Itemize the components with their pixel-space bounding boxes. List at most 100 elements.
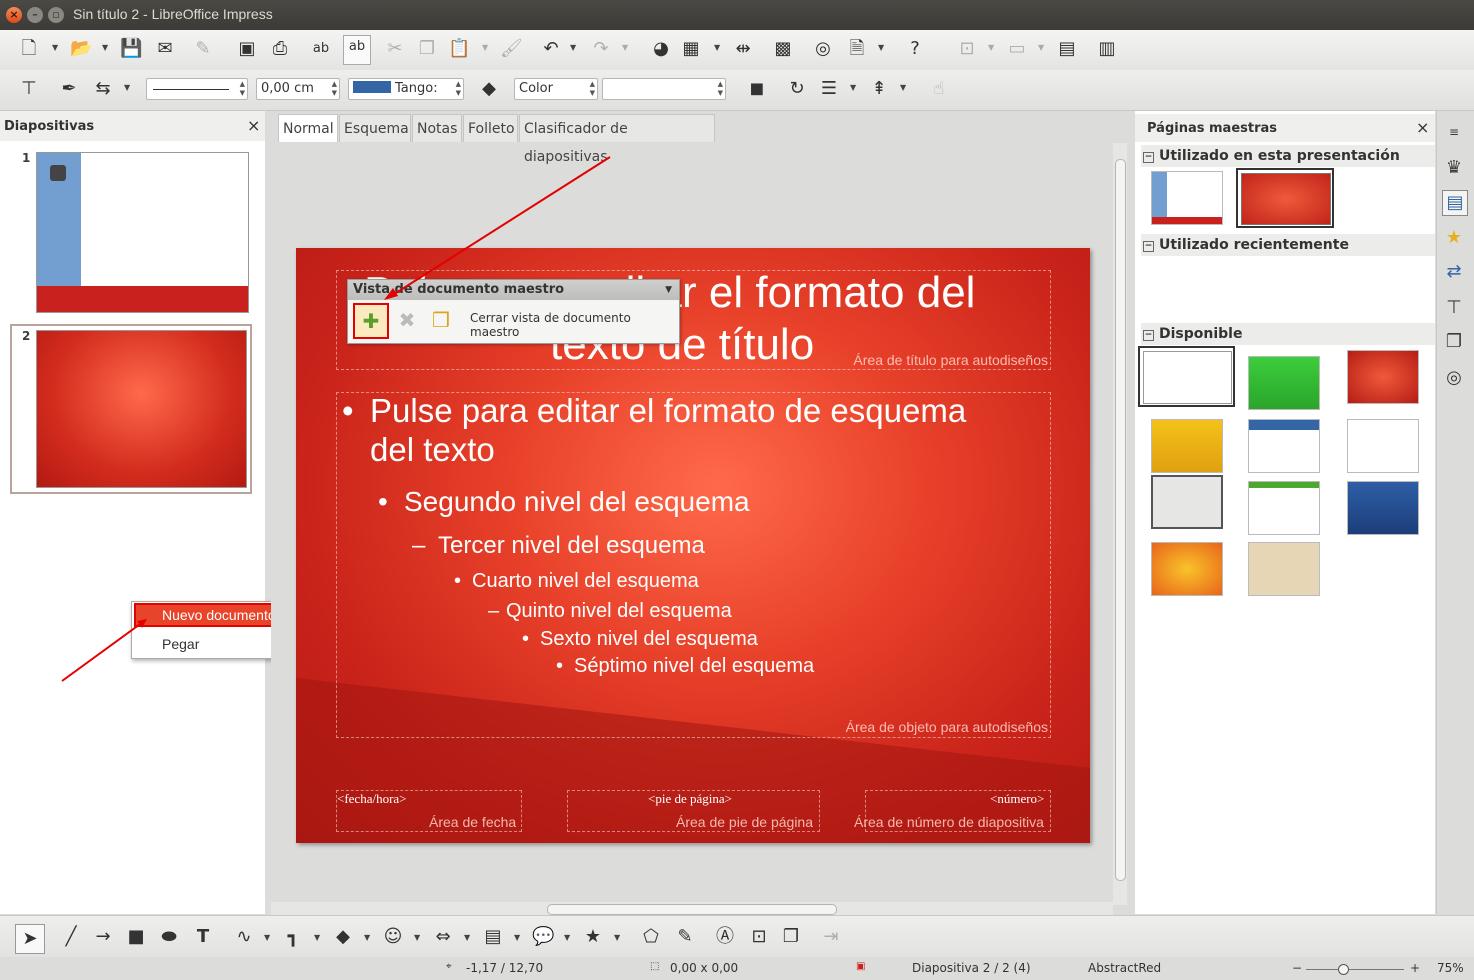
gallery-icon[interactable]: ❐ [1442, 330, 1466, 354]
master-pages-icon[interactable]: ▤ [1442, 190, 1468, 216]
points-icon[interactable]: ⬠ [640, 926, 662, 948]
chevron-down-icon[interactable]: ▼ [514, 933, 520, 942]
text-tool-icon[interactable]: T [192, 926, 214, 948]
image-from-file-icon[interactable]: ⊡ [748, 926, 770, 948]
slide-layout-icon[interactable]: ▭ [1006, 38, 1028, 60]
section-recently-used[interactable]: − Utilizado recientemente [1141, 234, 1435, 256]
scrollbar-thumb[interactable] [1115, 159, 1126, 881]
master-thumbnail-beige[interactable] [1248, 542, 1320, 596]
rename-master-icon[interactable]: ❒ [428, 307, 454, 333]
autospellcheck-icon[interactable]: ab [343, 35, 371, 65]
section-used-in-presentation[interactable]: − Utilizado en esta presentación [1141, 145, 1435, 167]
master-thumbnail-default[interactable] [1151, 171, 1223, 225]
scrollbar-thumb[interactable] [547, 904, 837, 915]
connector-tool-icon[interactable]: ┓ [282, 926, 304, 948]
rectangle-tool-icon[interactable]: ■ [125, 926, 147, 948]
line-tool-icon[interactable]: ╱ [60, 926, 82, 948]
styles-icon[interactable]: ⊤ [1442, 296, 1466, 320]
window-maximize-button[interactable]: ▫ [48, 7, 64, 23]
fontwork-icon[interactable]: Ⓐ [714, 926, 736, 948]
arrow-style-icon[interactable]: ⇆ [92, 78, 114, 100]
chevron-down-icon[interactable]: ▼ [1038, 43, 1044, 52]
new-master-button[interactable]: ✚ [353, 303, 389, 339]
chevron-down-icon[interactable]: ▼ [364, 933, 370, 942]
line-style-select[interactable]: ▲ ▼ [146, 78, 248, 100]
shadow-icon[interactable]: ◼ [746, 78, 768, 100]
line-icon[interactable]: ✒ [58, 78, 80, 100]
slide-transition-icon[interactable]: ⇄ [1442, 260, 1466, 284]
rotate-icon[interactable]: ↻ [786, 78, 808, 100]
close-master-view-button[interactable]: Cerrar vista de documento maestro [470, 311, 679, 339]
chevron-down-icon[interactable]: ▼ [264, 933, 270, 942]
area-fill-select[interactable]: ▲ ▼ [602, 78, 726, 100]
export-pdf-icon[interactable]: ▣ [236, 38, 258, 60]
spellcheck-icon[interactable]: ab [310, 38, 332, 60]
show-draw-functions-icon[interactable]: ⇹ [732, 38, 754, 60]
master-thumbnail-yellow[interactable] [1151, 419, 1223, 473]
master-thumbnail-dark-blue[interactable] [1347, 481, 1419, 535]
chevron-down-icon[interactable]: ▼ [102, 43, 108, 52]
navigator-icon[interactable]: ◎ [1442, 366, 1466, 390]
callouts-icon[interactable]: 💬 [532, 926, 554, 948]
chevron-down-icon[interactable]: ▼ [665, 280, 672, 300]
select-pointer-icon[interactable]: ➤ [15, 924, 45, 954]
open-folder-icon[interactable]: 📂 [70, 38, 92, 60]
area-fill-icon[interactable]: ◆ [478, 78, 500, 100]
master-thumbnail-green[interactable] [1248, 356, 1320, 410]
properties-icon[interactable]: ♛ [1442, 156, 1466, 180]
email-icon[interactable]: ✉ [154, 38, 176, 60]
edit-mode-icon[interactable]: ✎ [192, 38, 214, 60]
zoom-slider-handle[interactable] [1338, 964, 1349, 975]
flowchart-icon[interactable]: ▤ [482, 926, 504, 948]
chevron-down-icon[interactable]: ▼ [622, 43, 628, 52]
vertical-scrollbar[interactable] [1113, 143, 1127, 905]
slide-thumbnail-1[interactable] [36, 152, 249, 313]
zoom-level[interactable]: 75% [1437, 961, 1464, 975]
master-thumbnail-default-available[interactable] [1138, 346, 1235, 407]
tab-notes[interactable]: Notas [412, 114, 462, 142]
ellipse-tool-icon[interactable]: ⬬ [158, 926, 180, 948]
start-presentation-icon[interactable]: ▤ [1056, 38, 1078, 60]
area-style-select[interactable]: Color ▲ ▼ [514, 78, 598, 100]
zoom-slider[interactable] [1306, 969, 1404, 970]
slide-thumbnail-2[interactable] [36, 330, 247, 488]
horizontal-scrollbar[interactable] [271, 902, 1113, 916]
grid-icon[interactable]: ▩ [772, 38, 794, 60]
arrange-icon[interactable]: ⇞ [868, 78, 890, 100]
line-width-input[interactable]: 0,00 cm ▲ ▼ [256, 78, 340, 100]
arrow-tool-icon[interactable]: → [92, 926, 114, 948]
delete-master-icon[interactable]: ✖ [394, 307, 420, 333]
navigator-icon[interactable]: ◎ [812, 38, 834, 60]
tab-outline[interactable]: Esquema [339, 114, 411, 142]
align-icon[interactable]: ☰ [818, 78, 840, 100]
print-icon[interactable]: ⎙ [269, 38, 291, 60]
new-document-icon[interactable]: 🗋 [18, 38, 40, 60]
chevron-down-icon[interactable]: ▼ [52, 43, 58, 52]
close-icon[interactable]: × [1416, 118, 1429, 137]
sidebar-menu-icon[interactable]: ≡ [1442, 120, 1466, 144]
curve-tool-icon[interactable]: ∿ [233, 926, 255, 948]
cut-icon[interactable]: ✂ [384, 38, 406, 60]
animation-icon[interactable]: ★ [1442, 226, 1466, 250]
basic-shapes-icon[interactable]: ◆ [332, 926, 354, 948]
chevron-down-icon[interactable]: ▼ [464, 933, 470, 942]
new-slide-icon[interactable]: ⊡ [956, 38, 978, 60]
chevron-down-icon[interactable]: ▼ [314, 933, 320, 942]
window-minimize-button[interactable]: – [27, 7, 43, 23]
chevron-down-icon[interactable]: ▼ [614, 933, 620, 942]
chevron-down-icon[interactable]: ▼ [414, 933, 420, 942]
master-thumbnail-orange[interactable] [1151, 542, 1223, 596]
stars-icon[interactable]: ★ [582, 926, 604, 948]
undo-icon[interactable]: ↶ [540, 38, 562, 60]
close-icon[interactable]: × [247, 116, 260, 135]
zoom-in-icon[interactable]: + [1410, 961, 1420, 975]
chevron-down-icon[interactable]: ▼ [714, 43, 720, 52]
save-icon[interactable]: 💾 [120, 38, 142, 60]
glue-points-icon[interactable]: ✎ [674, 926, 696, 948]
tab-handout[interactable]: Folleto [463, 114, 518, 142]
collapse-icon[interactable]: − [1143, 330, 1154, 341]
master-thumbnail-abstractred-selected[interactable] [1236, 168, 1334, 228]
window-close-button[interactable]: × [6, 7, 22, 23]
presentation-icon[interactable]: ▥ [1096, 38, 1118, 60]
master-thumbnail-blue-lines[interactable] [1248, 419, 1320, 473]
